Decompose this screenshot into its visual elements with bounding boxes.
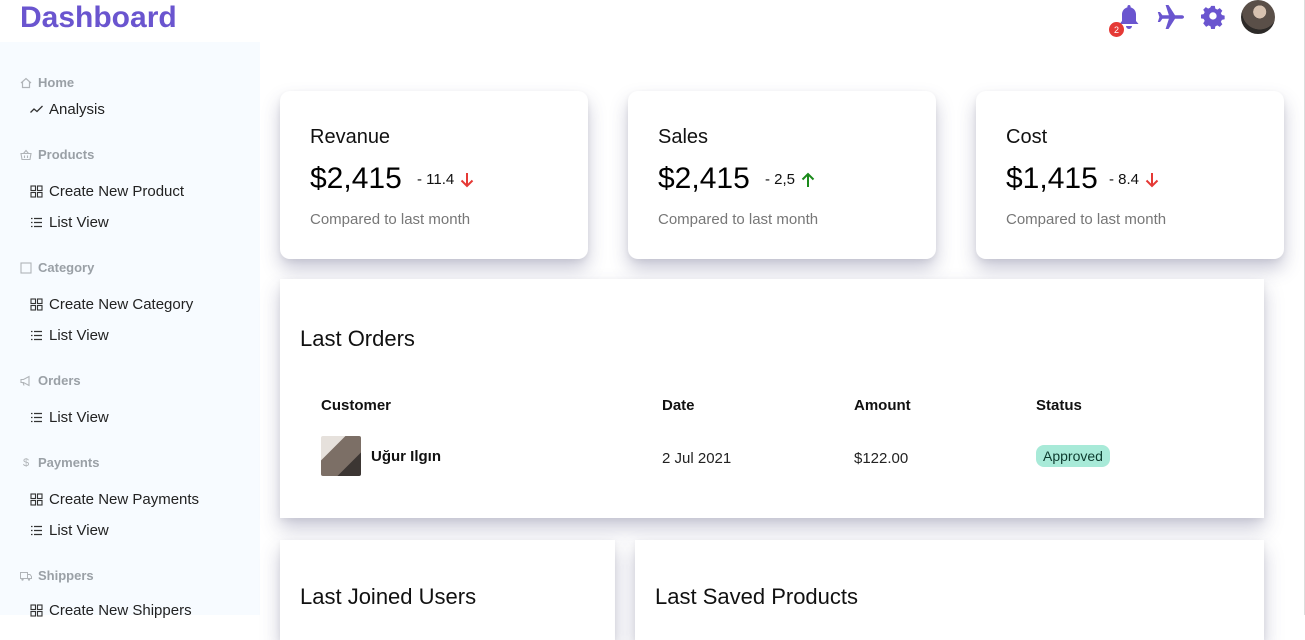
grid-icon (30, 493, 43, 506)
square-icon (20, 261, 32, 274)
sidebar-section-label: Shippers (38, 568, 94, 583)
sidebar-section-category: Category (20, 260, 94, 275)
grid-icon (30, 604, 43, 617)
panel-title: Last Saved Products (655, 584, 859, 609)
sidebar-section-orders: Orders (20, 373, 81, 388)
last-orders-panel: Last Orders Customer Date Amount Status … (280, 279, 1264, 518)
kpi-title: Cost (1006, 126, 1048, 148)
app-title: Dashboard (20, 1, 177, 34)
user-avatar[interactable] (1241, 0, 1275, 34)
sidebar-item-analysis[interactable]: Analysis (30, 101, 105, 118)
kpi-value: $2,415 (658, 162, 750, 195)
last-saved-products-panel: Last Saved Products (635, 540, 1264, 640)
kpi-card-sales: Sales $2,415 - 2,5 Compared to last mont… (628, 91, 936, 259)
sidebar-item-create-payments[interactable]: Create New Payments (30, 491, 199, 508)
customer-avatar (321, 436, 361, 476)
sidebar-item-products-list[interactable]: List View (30, 214, 109, 231)
list-icon (31, 412, 42, 423)
sidebar-item-label: Create New Product (49, 183, 185, 200)
kpi-note: Compared to last month (1006, 211, 1167, 228)
gear-icon (1201, 5, 1225, 29)
column-header-amount: Amount (854, 397, 911, 414)
basket-icon (20, 149, 32, 161)
home-icon (20, 77, 32, 89)
sidebar-item-label: Create New Payments (49, 491, 200, 508)
sidebar-item-label: List View (49, 214, 109, 231)
kpi-value: $1,415 (1006, 162, 1098, 195)
order-date: 2 Jul 2021 (662, 450, 732, 467)
sidebar-section-label: Orders (38, 373, 81, 388)
list-icon (31, 217, 42, 228)
flights-button[interactable] (1157, 3, 1185, 31)
sidebar-item-create-category[interactable]: Create New Category (30, 296, 193, 313)
kpi-card-cost: Cost $1,415 - 8.4 Compared to last month (976, 91, 1284, 259)
notification-badge: 2 (1109, 22, 1124, 37)
grid-icon (30, 185, 43, 198)
list-icon (31, 525, 42, 536)
airplane-icon (1157, 5, 1184, 29)
last-joined-users-panel: Last Joined Users (280, 540, 615, 640)
column-header-status: Status (1036, 397, 1082, 414)
sidebar-section-label: Products (38, 147, 95, 162)
trend-icon (30, 105, 43, 113)
top-bar: Dashboard 2 (0, 0, 1305, 42)
kpi-title: Sales (658, 126, 709, 148)
list-icon (31, 330, 42, 341)
sidebar: Home Analysis Products Create New Produc… (0, 42, 260, 619)
status-badge: Approved (1036, 445, 1110, 467)
sidebar-section-label: Payments (38, 455, 100, 470)
sidebar-item-orders-list[interactable]: List View (30, 409, 109, 426)
kpi-note: Compared to last month (658, 211, 819, 228)
arrow-down-icon (461, 172, 474, 187)
grid-icon (30, 298, 43, 311)
kpi-card-revenue: Revanue $2,415 - 11.4 Compared to last m… (280, 91, 588, 259)
arrow-down-icon (1145, 172, 1159, 187)
kpi-note: Compared to last month (310, 211, 471, 228)
sidebar-item-label: Analysis (49, 101, 105, 118)
megaphone-icon (20, 375, 32, 387)
top-actions: 2 (1109, 0, 1275, 37)
kpi-value: $2,415 (310, 162, 402, 195)
customer-name: Uğur Ilgın (371, 447, 441, 465)
sidebar-section-label: Home (38, 75, 75, 90)
sidebar-section-label: Category (38, 260, 95, 275)
kpi-delta-value: - 2,5 (765, 171, 796, 188)
sidebar-item-label: Create New Category (49, 296, 194, 313)
notifications-button[interactable]: 2 (1109, 3, 1143, 37)
panel-title: Last Orders (300, 326, 415, 351)
table-row[interactable]: Uğur Ilgın (321, 436, 441, 476)
settings-button[interactable] (1199, 3, 1227, 31)
arrow-up-icon (801, 172, 815, 187)
sidebar-item-create-shippers[interactable]: Create New Shippers (30, 602, 192, 619)
sidebar-section-payments: $ Payments (20, 455, 99, 470)
kpi-delta: - 2,5 (765, 171, 815, 188)
kpi-delta-value: - 11.4 (417, 171, 455, 188)
sidebar-item-label: List View (49, 327, 109, 344)
sidebar-section-home: Home (20, 75, 74, 90)
sidebar-item-payments-list[interactable]: List View (30, 522, 109, 539)
kpi-title: Revanue (310, 126, 391, 148)
column-header-date: Date (662, 397, 695, 414)
panel-title: Last Joined Users (300, 584, 477, 609)
kpi-delta: - 8.4 (1109, 171, 1159, 188)
sidebar-item-category-list[interactable]: List View (30, 327, 109, 344)
sidebar-item-label: List View (49, 522, 109, 539)
dollar-icon: $ (22, 456, 30, 469)
sidebar-section-shippers: Shippers (20, 568, 94, 583)
sidebar-item-label: List View (49, 409, 109, 426)
column-header-customer: Customer (321, 397, 392, 414)
truck-icon (20, 570, 32, 582)
sidebar-item-label: Create New Shippers (49, 602, 192, 619)
sidebar-item-create-product[interactable]: Create New Product (30, 183, 184, 200)
kpi-delta: - 11.4 (417, 171, 474, 188)
kpi-delta-value: - 8.4 (1109, 171, 1140, 188)
sidebar-section-products: Products (20, 147, 94, 162)
order-amount: $122.00 (854, 450, 909, 467)
